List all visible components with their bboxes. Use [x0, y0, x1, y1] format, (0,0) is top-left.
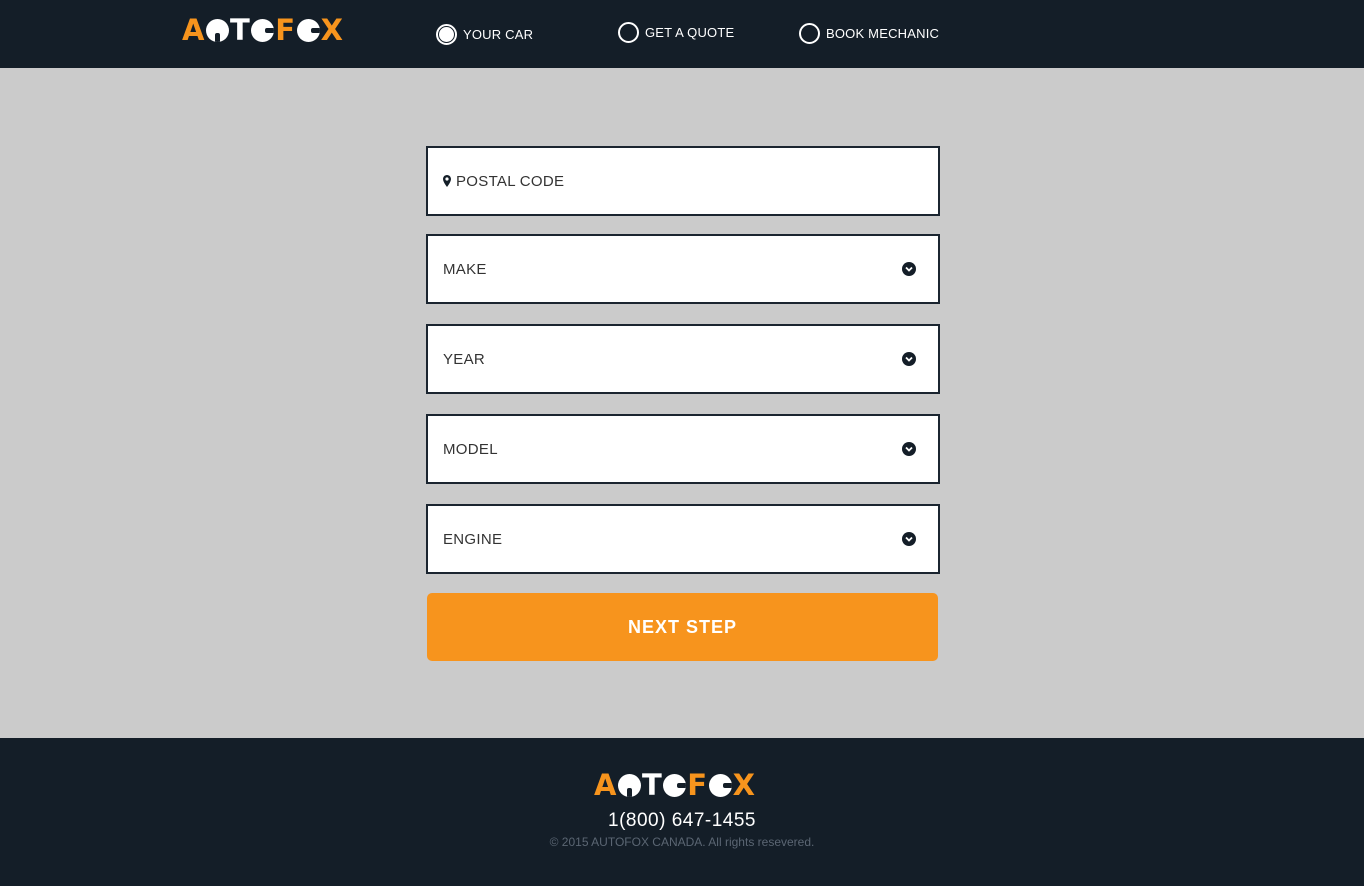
engine-select-value: ENGINE — [443, 530, 503, 548]
model-select[interactable]: MODEL — [426, 414, 940, 484]
step-active-radio-icon — [436, 24, 457, 45]
chevron-down-icon — [902, 352, 916, 366]
make-select-value: MAKE — [443, 260, 487, 278]
footer: ATFX 1(800) 647-1455 © 2015 AUTOFOX CANA… — [0, 738, 1364, 886]
engine-select[interactable]: ENGINE — [426, 504, 940, 574]
top-navigation-bar: ATFX YOUR CAR GET A QUOTE BOOK MECHANIC — [0, 0, 1364, 68]
step-label: GET A QUOTE — [645, 25, 735, 40]
footer-autofox-logo[interactable]: ATFX — [594, 771, 755, 800]
year-select-value: YEAR — [443, 350, 486, 368]
chevron-down-icon — [902, 442, 916, 456]
autofox-logo[interactable]: ATFX — [182, 16, 343, 45]
phone-number[interactable]: 1(800) 647-1455 — [0, 810, 1364, 832]
step-book-mechanic[interactable]: BOOK MECHANIC — [799, 23, 939, 44]
next-step-button[interactable]: NEXT STEP — [427, 593, 938, 661]
step-radio-icon — [618, 22, 639, 43]
step-get-a-quote[interactable]: GET A QUOTE — [618, 22, 734, 43]
step-label: BOOK MECHANIC — [826, 26, 940, 41]
step-radio-icon — [799, 23, 820, 44]
postal-code-field[interactable] — [426, 146, 940, 216]
copyright-text: © 2015 AUTOFOX CANADA. All rights reseve… — [549, 835, 815, 849]
make-select[interactable]: MAKE — [426, 234, 940, 304]
chevron-down-icon — [902, 262, 916, 276]
postal-code-input[interactable] — [456, 172, 923, 190]
step-your-car[interactable]: YOUR CAR — [436, 24, 533, 45]
map-marker-icon — [443, 175, 451, 187]
year-select[interactable]: YEAR — [426, 324, 940, 394]
chevron-down-icon — [902, 532, 916, 546]
step-label: YOUR CAR — [463, 27, 534, 42]
model-select-value: MODEL — [443, 440, 498, 458]
